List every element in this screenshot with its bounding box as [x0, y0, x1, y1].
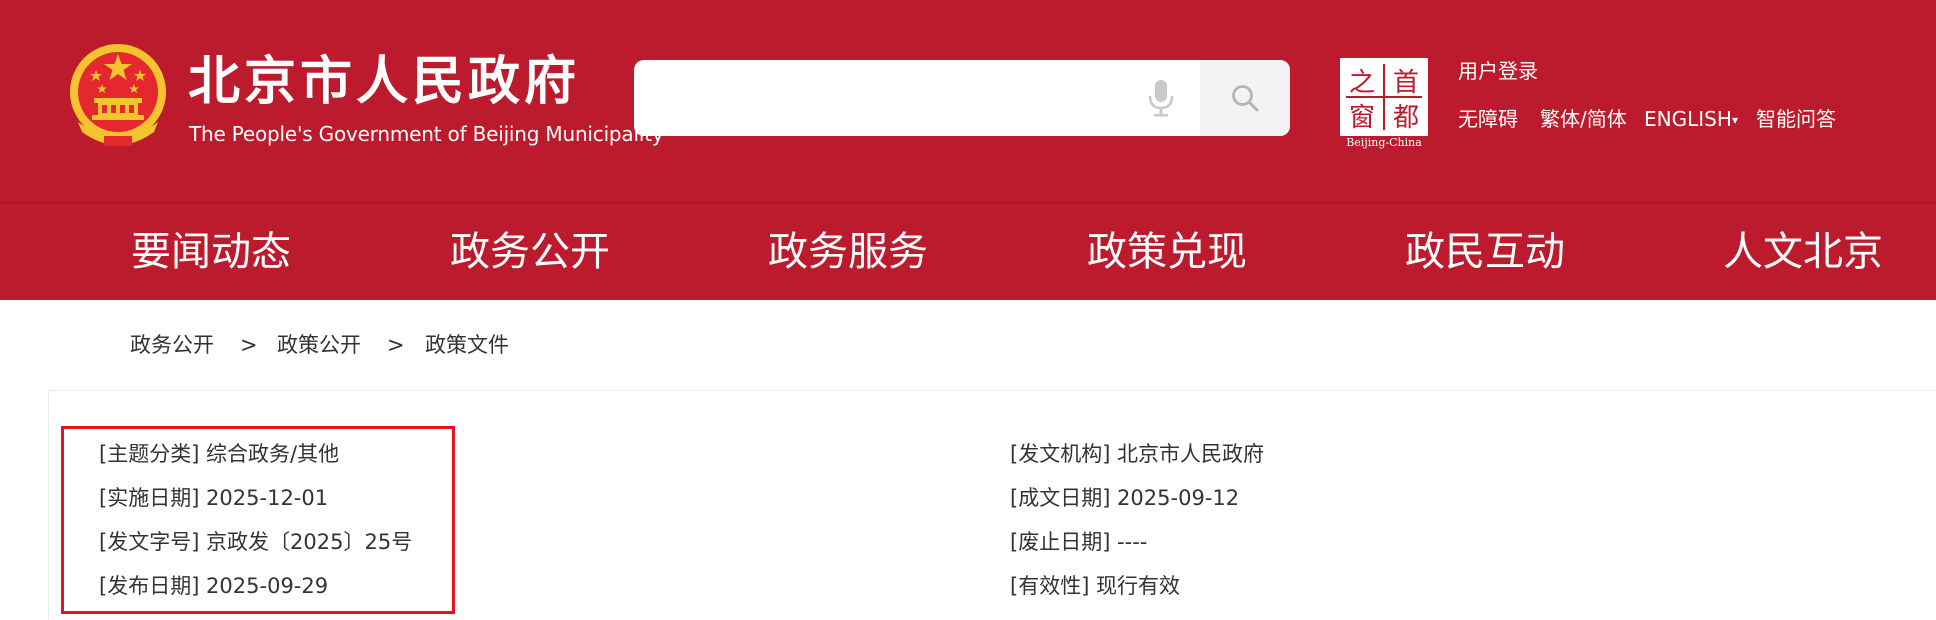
nav-item-news[interactable]: 要闻动态	[131, 204, 291, 300]
meta-repeal-date: [废止日期] ----	[1010, 530, 1148, 554]
meta-drafting-date: [成文日期] 2025-09-12	[1010, 486, 1240, 510]
search-button[interactable]	[1200, 60, 1290, 136]
window-logo-char: 首	[1393, 68, 1419, 98]
meta-validity: [有效性] 现行有效	[1010, 574, 1181, 598]
search-box	[634, 60, 1290, 136]
meta-theme: [主题分类] 综合政务/其他	[99, 442, 340, 466]
breadcrumb-separator: >	[387, 333, 405, 357]
nav-item-culture[interactable]: 人文北京	[1723, 204, 1883, 300]
site-header: 北京市人民政府 The People's Government of Beiji…	[0, 0, 1936, 202]
accessibility-link[interactable]: 无障碍	[1458, 106, 1518, 132]
search-input[interactable]	[634, 60, 1200, 136]
traditional-simplified-link[interactable]: 繁体/简体	[1540, 106, 1627, 132]
microphone-icon[interactable]	[1146, 78, 1176, 118]
smart-qa-link[interactable]: 智能问答	[1756, 106, 1836, 132]
breadcrumb-item[interactable]: 政策文件	[425, 330, 509, 360]
window-logo-char: 之	[1349, 68, 1375, 98]
search-icon	[1232, 85, 1259, 112]
nav-item-policy[interactable]: 政策兑现	[1087, 204, 1247, 300]
window-logo-char: 窗	[1349, 103, 1375, 133]
english-link[interactable]: ENGLISH	[1644, 106, 1732, 132]
breadcrumb-item[interactable]: 政务公开	[130, 330, 214, 360]
window-logo-caption: Beijing-China	[1346, 136, 1422, 149]
chevron-down-icon[interactable]: ▾	[1732, 107, 1738, 133]
breadcrumb-item[interactable]: 政策公开	[277, 330, 361, 360]
site-title[interactable]: 北京市人民政府	[188, 52, 580, 112]
meta-publish-date: [发布日期] 2025-09-29	[99, 574, 329, 598]
breadcrumb-separator: >	[240, 333, 258, 357]
nav-item-government-affairs[interactable]: 政务公开	[450, 204, 610, 300]
window-logo-char: 都	[1393, 103, 1419, 133]
site-subtitle: The People's Government of Beijing Munic…	[189, 122, 664, 146]
nav-item-interaction[interactable]: 政民互动	[1405, 204, 1565, 300]
user-login-link[interactable]: 用户登录	[1458, 58, 1538, 84]
meta-issuing-agency: [发文机构] 北京市人民政府	[1010, 442, 1265, 466]
nav-item-services[interactable]: 政务服务	[768, 204, 928, 300]
meta-document-number: [发文字号] 京政发〔2025〕25号	[99, 530, 413, 554]
national-emblem-icon[interactable]	[64, 40, 172, 152]
meta-effective-date: [实施日期] 2025-12-01	[99, 486, 329, 510]
main-nav: 要闻动态 政务公开 政务服务 政策兑现 政民互动 人文北京	[0, 204, 1936, 300]
